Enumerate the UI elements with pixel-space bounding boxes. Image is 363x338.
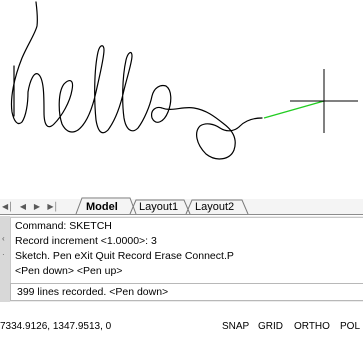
autocad-window: ◀│ ◀ ▶ ▶│ Model Layout1 Layout2 ‹ · Comm… [0,0,363,338]
tab-bar-divider [0,214,363,215]
rubber-band-line [263,100,325,119]
crosshair-cursor [290,69,358,133]
tab-model[interactable]: Model [86,200,118,214]
previous-tab-button[interactable]: ◀ [18,201,28,213]
polar-toggle[interactable]: POL [340,320,360,334]
drawing-canvas[interactable] [0,0,363,178]
snap-toggle[interactable]: SNAP [222,320,249,334]
last-tab-button[interactable]: ▶│ [46,201,60,213]
ortho-toggle[interactable]: ORTHO [294,320,330,334]
tab-layout1[interactable]: Layout1 [139,200,178,214]
grid-toggle[interactable]: GRID [258,320,283,334]
drawing-svg[interactable] [0,0,363,178]
first-tab-button[interactable]: ◀│ [2,201,13,213]
grip-arrow-icon: ‹ [2,234,5,243]
command-history-line: Sketch. Pen eXit Quit Record Erase Conne… [15,250,234,262]
command-window-grip[interactable]: ‹ · [0,216,10,302]
command-history-line: Record increment <1.0000>: 3 [15,235,157,247]
next-tab-button[interactable]: ▶ [32,201,42,213]
tab-layout2[interactable]: Layout2 [195,200,234,214]
command-history-line: Command: SKETCH [15,220,112,232]
grip-dot-icon: · [2,250,5,259]
sketch-stroke[interactable] [10,1,263,160]
coordinate-readout[interactable]: 7334.9126, 1347.9513, 0 [0,320,111,334]
command-current-line[interactable]: 399 lines recorded. <Pen down> [17,284,168,300]
command-history-line: <Pen down> <Pen up> [15,265,123,277]
